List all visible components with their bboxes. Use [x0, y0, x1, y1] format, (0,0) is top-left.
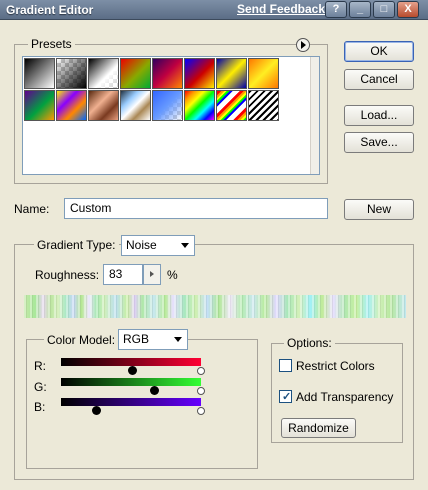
preset-swatch[interactable]	[120, 90, 151, 121]
maximize-button[interactable]: □	[373, 1, 395, 18]
green-channel-slider[interactable]	[61, 378, 201, 386]
minimize-button[interactable]: _	[349, 1, 371, 18]
ok-button[interactable]: OK	[344, 41, 414, 62]
blue-channel-slider[interactable]	[61, 398, 201, 406]
chevron-right-icon	[150, 271, 154, 277]
presets-label: Presets	[28, 37, 75, 51]
preset-swatch[interactable]	[24, 58, 55, 89]
green-mid-thumb[interactable]	[150, 386, 159, 395]
preset-swatch[interactable]	[248, 90, 279, 121]
color-model-dropdown[interactable]: RGB	[118, 329, 188, 350]
preset-swatch[interactable]	[56, 90, 87, 121]
name-field[interactable]: Custom	[64, 198, 328, 219]
checkmark-icon: ✓	[282, 391, 292, 403]
gradient-preview-strip	[24, 295, 406, 318]
red-mid-thumb[interactable]	[128, 366, 137, 375]
channel-label-b: B:	[34, 400, 46, 414]
options-label: Options:	[284, 336, 335, 350]
add-transparency-checkbox[interactable]: ✓	[279, 390, 292, 403]
blue-mid-thumb[interactable]	[92, 406, 101, 415]
red-high-thumb[interactable]	[197, 367, 205, 375]
chevron-down-icon	[174, 337, 182, 342]
restrict-colors-checkbox[interactable]	[279, 359, 292, 372]
chevron-down-icon	[181, 243, 189, 248]
randomize-button[interactable]: Randomize	[281, 418, 356, 438]
preset-swatch[interactable]	[152, 58, 183, 89]
cancel-button[interactable]: Cancel	[344, 69, 414, 90]
gradient-type-value: Noise	[126, 238, 157, 252]
add-transparency-label: Add Transparency	[296, 390, 394, 404]
preset-swatch[interactable]	[216, 58, 247, 89]
name-label: Name:	[14, 202, 50, 216]
presets-scrollbar[interactable]	[310, 57, 319, 174]
preset-swatch[interactable]	[120, 58, 151, 89]
presets-menu-icon[interactable]	[296, 38, 310, 52]
roughness-unit: %	[167, 268, 178, 282]
preset-swatch[interactable]	[152, 90, 183, 121]
help-button[interactable]: ?	[325, 1, 347, 18]
channel-label-r: R:	[34, 359, 46, 373]
roughness-field[interactable]: 83	[103, 264, 143, 285]
close-button[interactable]: X	[397, 1, 419, 18]
color-model-label: Color Model:	[44, 333, 119, 347]
roughness-stepper[interactable]	[143, 264, 161, 285]
preset-swatch[interactable]	[216, 90, 247, 121]
blue-high-thumb[interactable]	[197, 407, 205, 415]
red-channel-slider[interactable]	[61, 358, 201, 366]
preset-swatch[interactable]	[88, 58, 119, 89]
preset-swatch[interactable]	[184, 58, 215, 89]
preset-swatch[interactable]	[56, 58, 87, 89]
gradient-type-dropdown[interactable]: Noise	[121, 235, 195, 256]
preset-swatch[interactable]	[248, 58, 279, 89]
save-button[interactable]: Save...	[344, 132, 414, 153]
restrict-colors-label: Restrict Colors	[296, 359, 375, 373]
color-model-value: RGB	[123, 332, 150, 346]
roughness-label: Roughness:	[35, 268, 100, 282]
preset-swatch[interactable]	[88, 90, 119, 121]
window-title: Gradient Editor	[6, 3, 94, 17]
channel-label-g: G:	[34, 380, 47, 394]
gradient-type-label: Gradient Type:	[34, 238, 119, 252]
preset-swatch[interactable]	[24, 90, 55, 121]
send-feedback-link[interactable]: Send Feedback	[237, 2, 325, 16]
green-high-thumb[interactable]	[197, 387, 205, 395]
preset-swatch[interactable]	[184, 90, 215, 121]
load-button[interactable]: Load...	[344, 105, 414, 126]
new-button[interactable]: New	[344, 199, 414, 220]
